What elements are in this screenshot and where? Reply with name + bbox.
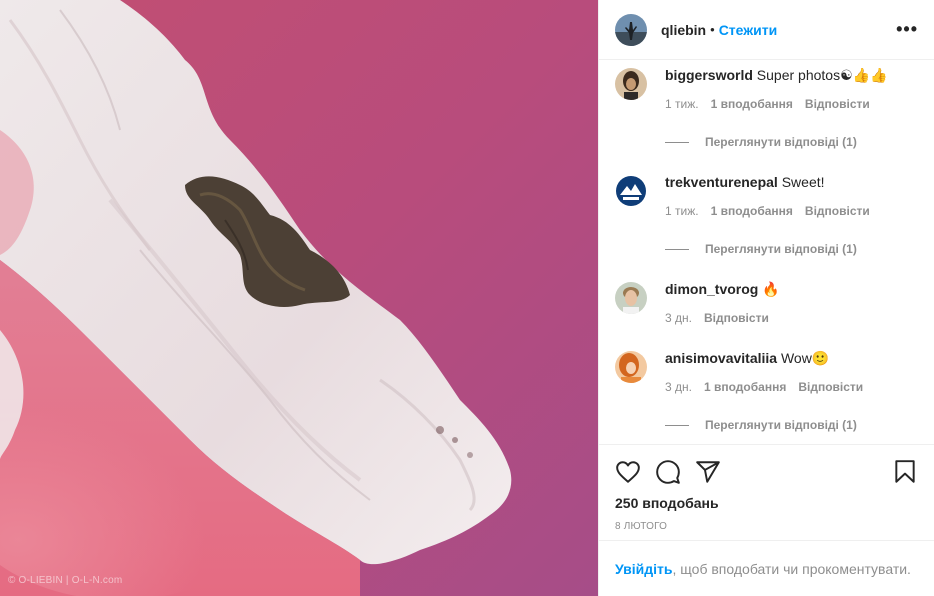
header-separator: •	[710, 22, 715, 37]
login-prompt: Увійдіть , щоб вподобати чи прокоментува…	[599, 540, 934, 596]
comment-item: anisimovavitaliia Wow🙂 3 дн. 1 вподобанн…	[615, 349, 918, 432]
comment-text: Sweet!	[781, 174, 825, 190]
action-icons	[615, 445, 918, 495]
more-options-icon[interactable]: •••	[896, 19, 918, 40]
replies-divider	[665, 424, 689, 426]
comment-time[interactable]: 1 тиж.	[665, 204, 699, 218]
comment-time[interactable]: 3 дн.	[665, 380, 692, 394]
reply-button[interactable]: Відповісти	[798, 380, 863, 394]
follow-button[interactable]: Стежити	[719, 22, 778, 38]
comment-time[interactable]: 1 тиж.	[665, 97, 699, 111]
comment-username[interactable]: dimon_tvorog	[665, 281, 758, 297]
comment-item: biggersworld Super photos☯︎👍👍 1 тиж. 1 в…	[615, 66, 918, 149]
post-photo[interactable]: © O-LIEBIN | O-L-N.com	[0, 0, 598, 596]
comment-likes[interactable]: 1 вподобання	[704, 380, 786, 394]
view-replies-label: Переглянути відповіді (1)	[705, 242, 857, 256]
view-replies-button[interactable]: Переглянути відповіді (1)	[665, 418, 918, 432]
replies-divider	[665, 141, 689, 143]
login-prompt-text: , щоб вподобати чи прокоментувати.	[672, 560, 911, 577]
login-link[interactable]: Увійдіть	[615, 561, 673, 577]
comment-likes[interactable]: 1 вподобання	[711, 97, 793, 111]
photo-watermark: © O-LIEBIN | O-L-N.com	[8, 575, 123, 586]
likes-count[interactable]: 250 вподобань	[615, 495, 918, 511]
commenter-avatar[interactable]	[615, 351, 647, 383]
reply-button[interactable]: Відповісти	[704, 311, 769, 325]
instagram-post: © O-LIEBIN | O-L-N.com qliebin • Стежити…	[0, 0, 934, 596]
replies-divider	[665, 248, 689, 250]
comment-username[interactable]: anisimovavitaliia	[665, 350, 777, 366]
comments-list[interactable]: biggersworld Super photos☯︎👍👍 1 тиж. 1 в…	[599, 60, 934, 444]
post-actions: 250 вподобань 8 лютого	[599, 444, 934, 532]
post-date[interactable]: 8 лютого	[615, 521, 918, 532]
reply-button[interactable]: Відповісти	[805, 204, 870, 218]
comment-likes[interactable]: 1 вподобання	[711, 204, 793, 218]
post-side-panel: qliebin • Стежити ••• biggersworld Super…	[598, 0, 934, 596]
view-replies-button[interactable]: Переглянути відповіді (1)	[665, 135, 918, 149]
comment-icon[interactable]	[655, 459, 681, 485]
commenter-avatar[interactable]	[615, 282, 647, 314]
bookmark-icon[interactable]	[892, 459, 918, 485]
view-replies-label: Переглянути відповіді (1)	[705, 135, 857, 149]
author-avatar[interactable]	[615, 13, 647, 46]
aerial-salt-lake-image	[0, 0, 598, 596]
comment-time[interactable]: 3 дн.	[665, 311, 692, 325]
view-replies-label: Переглянути відповіді (1)	[705, 418, 857, 432]
commenter-avatar[interactable]	[615, 175, 647, 207]
comment-username[interactable]: biggersworld	[665, 67, 753, 83]
commenter-avatar[interactable]	[615, 68, 647, 100]
heart-icon[interactable]	[615, 459, 641, 485]
comment-item: trekventurenepal Sweet! 1 тиж. 1 вподоба…	[615, 173, 918, 256]
comment-username[interactable]: trekventurenepal	[665, 174, 778, 190]
share-icon[interactable]	[695, 459, 721, 485]
reply-button[interactable]: Відповісти	[805, 97, 870, 111]
comment-text: 🔥	[762, 281, 780, 297]
post-header: qliebin • Стежити •••	[599, 0, 934, 60]
comment-text: Super photos☯︎👍👍	[756, 67, 888, 83]
view-replies-button[interactable]: Переглянути відповіді (1)	[665, 242, 918, 256]
comment-item: dimon_tvorog 🔥 3 дн. Відповісти	[615, 280, 918, 325]
comment-text: Wow🙂	[780, 350, 830, 366]
author-username[interactable]: qliebin	[661, 22, 706, 38]
